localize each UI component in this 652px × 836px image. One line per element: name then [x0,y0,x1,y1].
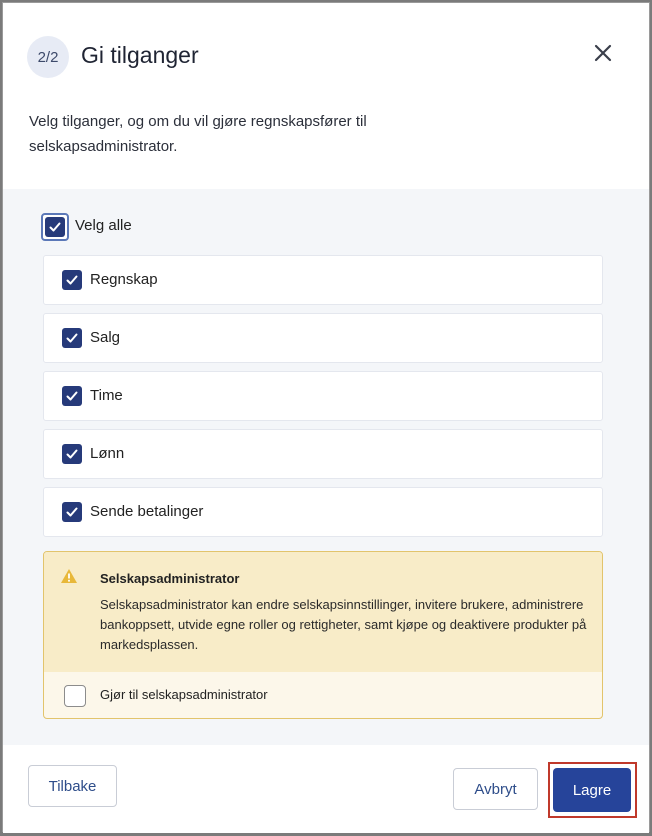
permission-row-sende-betalinger[interactable]: Sende betalinger [43,487,603,537]
admin-warning-box: Selskapsadministrator Selskapsadministra… [43,551,603,719]
permissions-dialog: 2/2 Gi tilganger Velg tilganger, og om d… [2,2,650,833]
make-admin-label: Gjør til selskapsadministrator [100,687,268,702]
permissions-panel: Velg alle Regnskap Salg Time Lønn Sende … [3,189,649,745]
save-button[interactable]: Lagre [553,768,631,812]
checkmark-icon [66,507,78,517]
dialog-header: 2/2 Gi tilganger Velg tilganger, og om d… [3,3,649,189]
select-all-focus-ring [41,213,69,241]
back-button[interactable]: Tilbake [28,765,117,807]
checkmark-icon [66,449,78,459]
checkmark-icon [66,275,78,285]
warning-icon [60,568,78,584]
checkmark-icon [66,391,78,401]
admin-warning-info: Selskapsadministrator Selskapsadministra… [44,552,602,672]
cancel-button[interactable]: Avbryt [453,768,538,810]
dialog-title: Gi tilganger [81,42,199,68]
select-all-checkbox[interactable] [45,217,65,237]
permission-checkbox[interactable] [62,328,82,348]
permission-checkbox[interactable] [62,386,82,406]
permission-checkbox[interactable] [62,444,82,464]
permission-label: Salg [90,329,121,346]
step-badge: 2/2 [27,36,69,78]
admin-warning-text: Selskapsadministrator kan endre selskaps… [100,597,587,652]
close-icon[interactable] [591,41,615,65]
permission-label: Time [90,387,123,404]
permission-label: Regnskap [90,271,158,288]
permission-label: Lønn [90,445,125,462]
dialog-description: Velg tilganger, og om du vil gjøre regns… [29,113,367,155]
permission-label: Sende betalinger [90,503,204,520]
permission-checkbox[interactable] [62,502,82,522]
make-admin-checkbox[interactable] [64,685,86,707]
permission-checkbox[interactable] [62,270,82,290]
permission-row-time[interactable]: Time [43,371,603,421]
dialog-footer: Tilbake Avbryt Lagre [3,745,649,833]
admin-warning-title: Selskapsadministrator [100,571,240,586]
select-all-label: Velg alle [75,217,132,234]
permission-row-salg[interactable]: Salg [43,313,603,363]
checkmark-icon [49,222,61,232]
permission-row-regnskap[interactable]: Regnskap [43,255,603,305]
checkmark-icon [66,333,78,343]
permission-row-lonn[interactable]: Lønn [43,429,603,479]
